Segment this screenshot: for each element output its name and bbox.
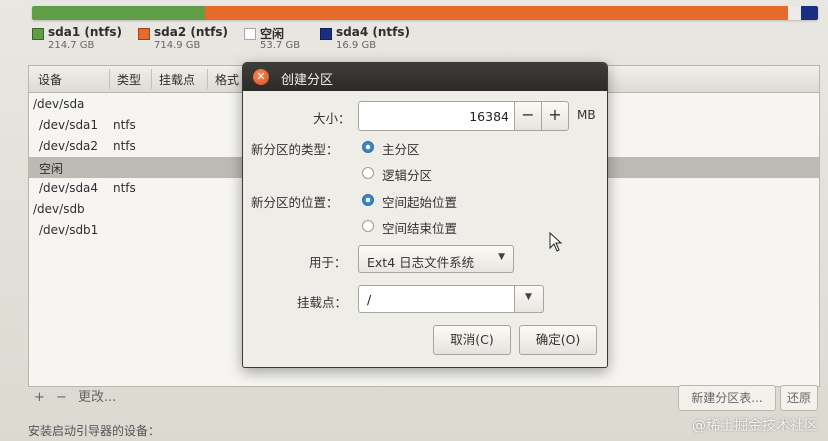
partition-location-label: 新分区的位置：	[251, 195, 339, 210]
column-header-format[interactable]: 格式	[215, 71, 239, 88]
legend-name: sda1 (ntfs)	[48, 25, 122, 39]
column-divider	[109, 69, 110, 89]
location-start-radio[interactable]	[362, 194, 374, 206]
size-field-wrapper	[358, 101, 516, 131]
cell-device: /dev/sda	[33, 97, 85, 111]
legend-name: sda4 (ntfs)	[336, 25, 410, 39]
filesystem-select[interactable]: Ext4 日志文件系统 ▼	[358, 245, 514, 273]
cell-device: /dev/sdb1	[39, 223, 99, 237]
cell-type: ntfs	[113, 139, 136, 153]
size-decrement-button[interactable]: −	[514, 101, 542, 131]
primary-partition-radio[interactable]	[362, 141, 374, 153]
partition-segment-sda2	[204, 6, 789, 20]
close-icon[interactable]: ✕	[253, 69, 269, 85]
mount-point-label: 挂载点：	[297, 295, 348, 310]
watermark: @稀土掘金技术社区	[692, 418, 818, 434]
partition-legend: sda1 (ntfs) 214.7 GB sda2 (ntfs) 714.9 G…	[32, 25, 452, 55]
location-end-label[interactable]: 空间结束位置	[382, 218, 457, 237]
legend-size: 214.7 GB	[48, 40, 95, 51]
partition-segment-sda4	[801, 6, 818, 20]
remove-partition-button[interactable]: −	[56, 387, 67, 409]
mount-point-dropdown-button[interactable]: ▼	[514, 285, 544, 313]
cell-device: 空闲	[39, 162, 64, 176]
cell-device: /dev/sda2	[39, 139, 99, 153]
mount-point-value: /	[367, 292, 372, 307]
dialog-titlebar: ✕ 创建分区	[243, 63, 607, 91]
chevron-down-icon: ▼	[498, 252, 505, 262]
size-label: 大小：	[313, 111, 351, 126]
new-partition-table-button[interactable]: 新建分区表...	[678, 385, 776, 411]
partition-segment-sda1	[32, 6, 205, 20]
location-end-radio[interactable]	[362, 220, 374, 232]
legend-size: 714.9 GB	[154, 40, 201, 51]
cell-type: ntfs	[113, 181, 136, 195]
table-toolbar: + − 更改... 新建分区表... 还原	[28, 385, 818, 415]
size-unit-label: MB	[577, 108, 596, 122]
filesystem-select-value: Ext4 日志文件系统	[367, 255, 475, 270]
revert-button[interactable]: 还原	[780, 385, 818, 411]
size-input[interactable]	[359, 102, 515, 130]
change-partition-button[interactable]: 更改...	[78, 387, 116, 409]
legend-swatch	[244, 28, 256, 40]
chevron-down-icon: ▼	[525, 292, 532, 302]
cancel-button[interactable]: 取消(C)	[433, 325, 511, 355]
primary-partition-label[interactable]: 主分区	[382, 139, 420, 158]
ok-button[interactable]: 确定(O)	[519, 325, 597, 355]
column-divider	[207, 69, 208, 89]
location-start-label[interactable]: 空间起始位置	[382, 192, 457, 211]
legend-swatch	[138, 28, 150, 40]
mouse-cursor-icon	[549, 232, 563, 252]
legend-size: 16.9 GB	[336, 40, 377, 51]
column-header-type[interactable]: 类型	[117, 71, 141, 88]
column-header-device[interactable]: 设备	[38, 71, 62, 88]
column-header-mount[interactable]: 挂载点	[159, 71, 195, 88]
cell-device: /dev/sda1	[39, 118, 99, 132]
add-partition-button[interactable]: +	[34, 387, 45, 409]
use-as-label: 用于：	[309, 255, 347, 270]
partition-segment-free	[788, 6, 802, 20]
partition-usage-bar	[32, 6, 818, 20]
column-divider	[151, 69, 152, 89]
legend-name: sda2 (ntfs)	[154, 25, 228, 39]
logical-partition-label[interactable]: 逻辑分区	[382, 165, 432, 184]
partition-type-label: 新分区的类型：	[251, 142, 339, 157]
legend-swatch	[32, 28, 44, 40]
cell-device: /dev/sda4	[39, 181, 99, 195]
boot-loader-device-label: 安装启动引导器的设备：	[28, 424, 161, 438]
size-increment-button[interactable]: +	[541, 101, 569, 131]
create-partition-dialog: ✕ 创建分区 大小： − + MB 新分区的类型： 主分区 逻辑分区 新分区的位…	[242, 62, 608, 368]
cell-type: ntfs	[113, 118, 136, 132]
dialog-title: 创建分区	[281, 73, 334, 88]
legend-swatch	[320, 28, 332, 40]
logical-partition-radio[interactable]	[362, 167, 374, 179]
legend-size: 53.7 GB	[260, 40, 301, 51]
cell-device: /dev/sdb	[33, 202, 85, 216]
